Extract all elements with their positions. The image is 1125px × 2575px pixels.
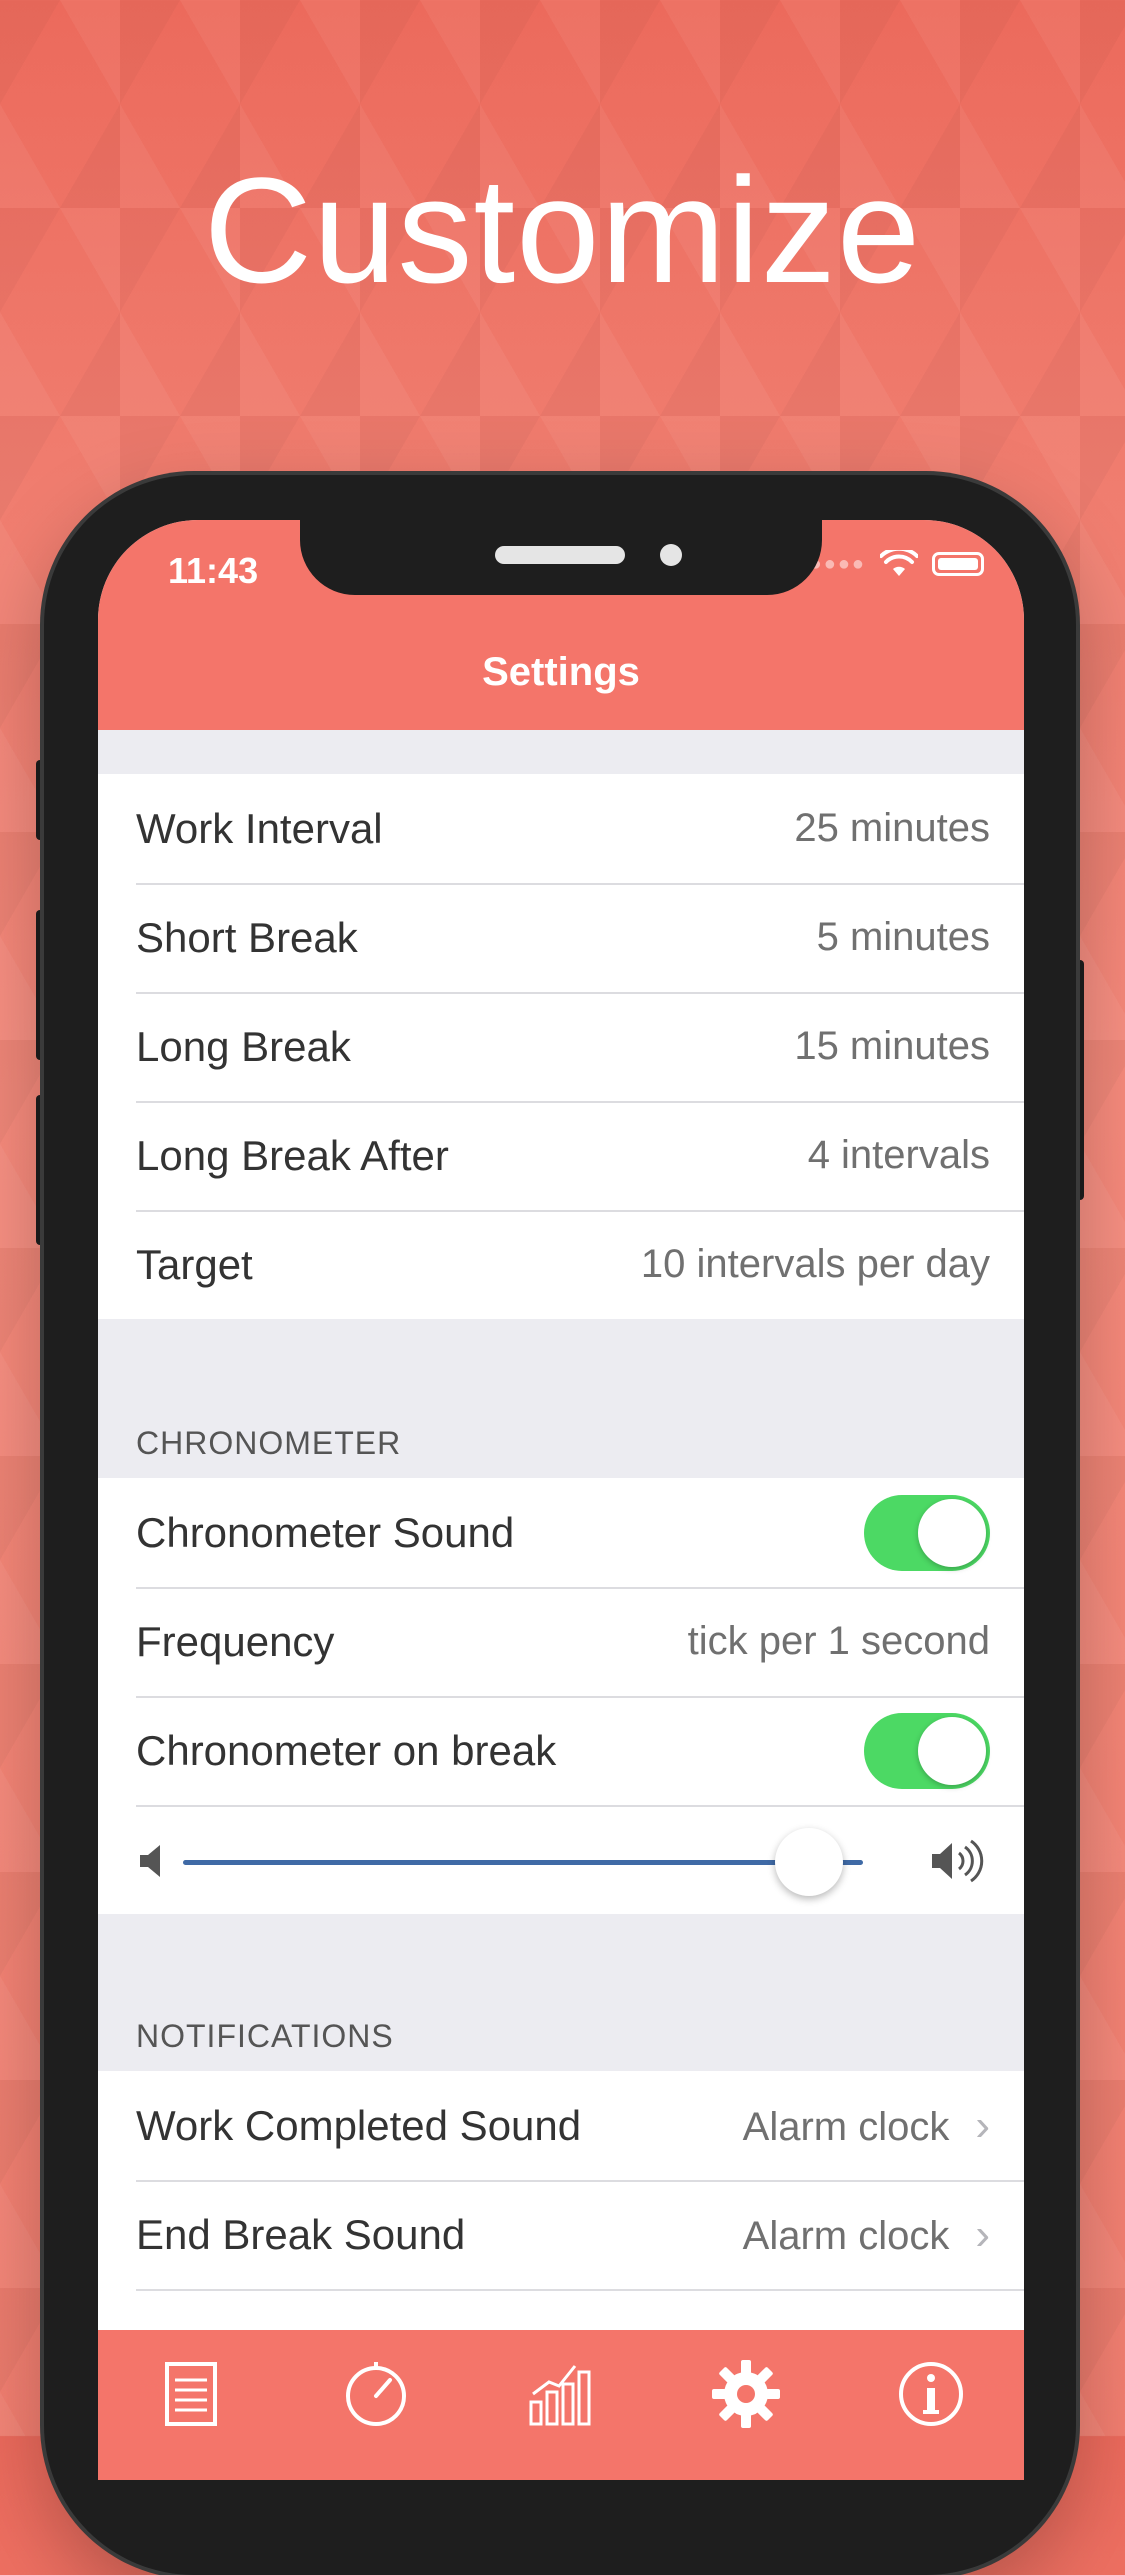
headline: Customize [203,146,922,314]
row-value: 4 intervals [807,1133,990,1177]
volume-slider-row [98,1805,1024,1914]
volume-slider-thumb[interactable] [774,1828,843,1896]
chronometer-settings-list: Chronometer Sound Frequency tick per 1 s… [98,1478,1024,1914]
phone-screen: 11:43 ●●●● Settings Work Interval 25 min… [98,520,1024,2480]
info-icon [899,2362,964,2426]
tab-sessions[interactable] [151,2354,231,2434]
toggle-knob [918,1498,986,1567]
row-label: Short Break [136,913,358,961]
chart-icon [529,2365,591,2426]
tab-timer[interactable] [336,2354,416,2434]
row-label: Frequency [136,1617,335,1665]
chronometer-sound-row: Chronometer Sound [98,1478,1024,1587]
long-break-after-row[interactable]: Long Break After 4 intervals [98,1101,1024,1210]
phone-notch [300,520,822,595]
timer-settings-list: Work Interval 25 minutes Short Break 5 m… [98,774,1024,1319]
tab-bar [98,2330,1024,2480]
short-break-row[interactable]: Short Break 5 minutes [98,883,1024,992]
row-value: 25 minutes [794,806,990,850]
row-label: Chronometer Sound [136,1508,515,1556]
chronometer-on-break-row: Chronometer on break [98,1696,1024,1805]
status-time: 11:43 [168,550,259,591]
toggle-knob [918,1716,986,1785]
row-value: 15 minutes [794,1024,990,1068]
row-label: Work Interval [136,804,383,852]
frequency-row[interactable]: Frequency tick per 1 second [98,1587,1024,1696]
tab-info[interactable] [891,2354,971,2434]
row-label: Work Completed Sound [136,2101,582,2149]
work-interval-row[interactable]: Work Interval 25 minutes [98,774,1024,883]
front-camera [660,544,682,566]
target-row[interactable]: Target 10 intervals per day [98,1210,1024,1319]
row-value: Alarm clock [742,2104,950,2149]
list-icon [164,2362,217,2426]
gear-icon [712,2360,781,2428]
row-label: Long Break [136,1022,351,1070]
work-completed-sound-row[interactable]: Work Completed Sound Alarm clock › [98,2071,1024,2180]
notifications-settings-list: Work Completed Sound Alarm clock › End Br… [98,2071,1024,2349]
end-break-sound-row[interactable]: End Break Sound Alarm clock › [98,2180,1024,2289]
section-header-chronometer: CHRONOMETER [136,1425,402,1461]
section-header-notifications: NOTIFICATIONS [136,2018,394,2054]
row-value: 5 minutes [816,915,990,959]
row-value: 10 intervals per day [640,1242,990,1286]
row-label: End Break Sound [136,2210,466,2258]
tab-statistics[interactable] [521,2354,601,2434]
row-label: Target [136,1240,253,1288]
volume-low-icon [140,1845,160,1877]
volume-high-icon [932,1839,984,1883]
row-label: Long Break After [136,1131,449,1179]
timer-icon [345,2362,406,2426]
chronometer-on-break-toggle[interactable] [864,1712,990,1789]
chevron-right-icon: › [975,2209,990,2259]
row-value: tick per 1 second [687,1619,990,1663]
volume-slider-track[interactable] [183,1860,863,1865]
battery-icon [932,552,984,576]
speaker-grille [495,546,625,564]
long-break-row[interactable]: Long Break 15 minutes [98,992,1024,1101]
row-label: Chronometer on break [136,1726,557,1774]
page-title: Settings [482,650,640,694]
wifi-icon [880,550,918,576]
chronometer-sound-toggle[interactable] [864,1494,990,1571]
row-value: Alarm clock [742,2213,950,2258]
chevron-right-icon: › [975,2100,990,2150]
tab-settings[interactable] [706,2354,786,2434]
status-icons: ●●●● [810,550,984,578]
